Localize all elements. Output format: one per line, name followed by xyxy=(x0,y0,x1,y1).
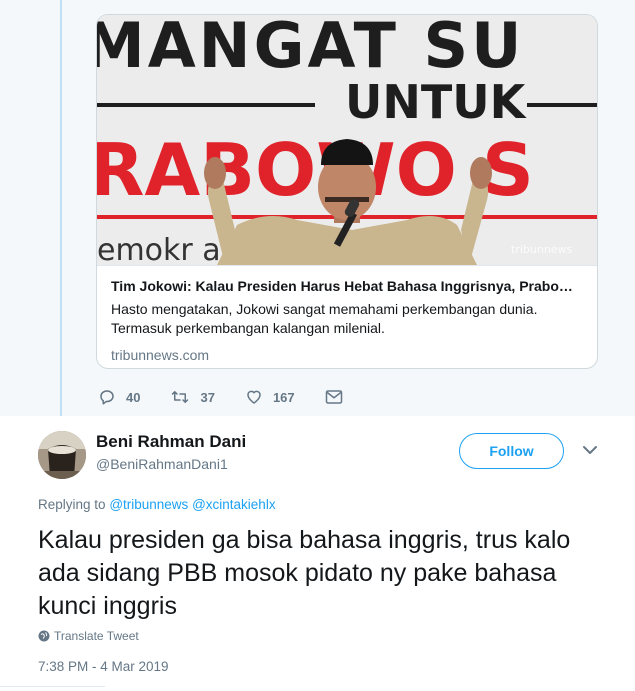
thread-line xyxy=(60,0,62,422)
retweet-button[interactable]: 37 xyxy=(170,388,215,406)
reply-button[interactable]: 40 xyxy=(98,388,140,406)
card-domain: tribunnews.com xyxy=(111,347,210,363)
like-button[interactable]: 167 xyxy=(245,388,295,406)
replying-to: Replying to @tribunnews @xcintakiehlx xyxy=(38,497,276,512)
retweet-icon xyxy=(172,391,189,403)
card-description: Hasto mengatakan, Jokowi sangat memahami… xyxy=(111,301,538,336)
card-title[interactable]: Tim Jokowi: Kalau Presiden Harus Hebat B… xyxy=(111,278,583,294)
tweet-text: Kalau presiden ga bisa bahasa inggris, t… xyxy=(38,526,571,620)
tweet-timestamp[interactable]: 7:38 PM - 4 Mar 2019 xyxy=(38,659,169,674)
tweet-actions: 40 37 167 xyxy=(98,388,383,406)
like-count: 167 xyxy=(272,389,295,405)
card-text-block: Tim Jokowi: Kalau Presiden Harus Hebat B… xyxy=(97,265,597,368)
reply-count: 40 xyxy=(126,389,141,405)
parent-tweet-area: MANGAT SU UNTUK RABOWO S emokr ab Me tri… xyxy=(0,0,635,422)
translate-label: Translate Tweet xyxy=(54,629,139,643)
message-icon xyxy=(325,390,342,404)
replying-user-link[interactable]: @tribunnews xyxy=(109,497,188,512)
divider xyxy=(0,686,105,687)
banner-line-2: UNTUK xyxy=(345,75,528,129)
reply-tweet: Beni Rahman Dani @BeniRahmanDani1 Follow… xyxy=(0,416,635,691)
card-image: MANGAT SU UNTUK RABOWO S emokr ab Me tri… xyxy=(97,15,597,265)
replying-prefix: Replying to xyxy=(38,497,106,512)
message-button[interactable] xyxy=(325,389,353,405)
like-icon xyxy=(247,390,261,404)
globe-icon xyxy=(38,630,50,642)
follow-button[interactable]: Follow xyxy=(459,433,564,469)
link-preview-card[interactable]: MANGAT SU UNTUK RABOWO S emokr ab Me tri… xyxy=(96,14,598,369)
banner-line-1: MANGAT SU xyxy=(97,15,525,82)
retweet-count: 37 xyxy=(200,389,215,405)
avatar[interactable] xyxy=(38,431,86,479)
display-name[interactable]: Beni Rahman Dani xyxy=(96,432,246,452)
user-handle[interactable]: @BeniRahmanDani1 xyxy=(96,456,228,472)
image-watermark: tribunnews xyxy=(511,243,573,256)
replying-user-link[interactable]: @xcintakiehlx xyxy=(192,497,276,512)
reply-icon xyxy=(100,390,114,405)
translate-tweet-link[interactable]: Translate Tweet xyxy=(38,629,139,643)
chevron-down-icon[interactable] xyxy=(582,444,598,456)
banner-line-3: RABOWO S xyxy=(97,128,534,212)
